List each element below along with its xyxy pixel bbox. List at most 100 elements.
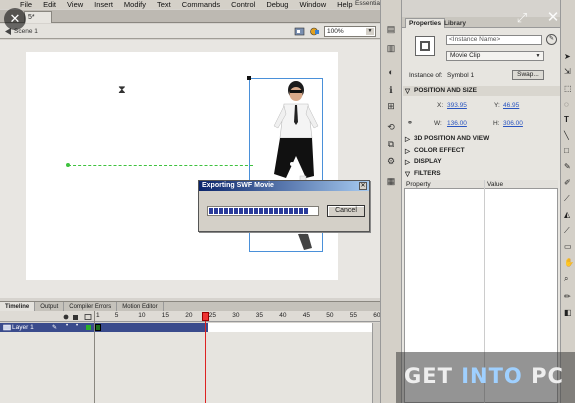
tab-compiler-errors[interactable]: Compiler Errors	[64, 302, 118, 311]
menu-view[interactable]: View	[67, 0, 83, 9]
expand-icon[interactable]: ⤢	[512, 8, 532, 28]
layer-visibility-icons[interactable]	[62, 313, 94, 321]
lock-dot-icon[interactable]: •	[76, 323, 78, 329]
tab-timeline[interactable]: Timeline	[0, 302, 36, 311]
selection-tool-icon[interactable]: ➤	[564, 52, 571, 61]
hand-tool-icon[interactable]: ✋	[564, 258, 574, 267]
watermark-logo: GET INTO PC	[404, 364, 564, 388]
filters-section[interactable]: FILTERS	[414, 170, 441, 177]
outline-color-icon[interactable]	[86, 325, 91, 330]
menu-commands[interactable]: Commands	[182, 0, 220, 9]
y-value[interactable]: 46.95	[503, 102, 519, 109]
instance-name-input[interactable]: <Instance Name>	[446, 35, 542, 45]
pencil-icon[interactable]: ✎	[52, 324, 57, 331]
tab-properties[interactable]: Properties	[405, 18, 446, 28]
link-icon[interactable]: ⚭	[407, 119, 413, 127]
color-icon[interactable]: ◐	[385, 67, 397, 77]
transform-icon[interactable]: ⟲	[385, 122, 397, 132]
ruler-tick-label: 45	[302, 312, 311, 319]
motion-path[interactable]	[68, 165, 253, 166]
progress-block	[289, 208, 293, 214]
h-value[interactable]: 306.00	[503, 120, 523, 127]
layer-name[interactable]: Layer 1	[12, 324, 34, 331]
progress-block	[304, 208, 308, 214]
menu-window[interactable]: Window	[299, 0, 326, 9]
instance-of-label: Instance of:	[409, 72, 443, 79]
timeline-divider	[94, 311, 95, 403]
pencil-tool-icon[interactable]: ✎	[564, 162, 571, 171]
timeline-ruler[interactable]: 1 5 10 15 20 25 30 35 40 45 50 55 60	[95, 311, 381, 322]
free-transform-tool-icon[interactable]: ⬚	[564, 84, 572, 93]
ruler-tick-label: 30	[232, 312, 240, 319]
close-icon[interactable]: ✕	[359, 182, 367, 190]
playhead-line	[205, 313, 207, 403]
cancel-button[interactable]: Cancel	[327, 205, 365, 217]
edit-scene-icon[interactable]	[294, 26, 306, 37]
eyedropper-tool-icon[interactable]: ⟋	[564, 226, 570, 236]
x-value[interactable]: 393.95	[447, 102, 467, 109]
panel-icon-strip	[380, 0, 402, 403]
bone-tool-icon[interactable]: ⟋	[564, 194, 570, 204]
stroke-color-icon[interactable]: ✏	[564, 292, 571, 301]
tab-motion-editor[interactable]: Motion Editor	[117, 302, 164, 311]
brush-tool-icon[interactable]: ✐	[564, 178, 571, 187]
fill-color-icon[interactable]: ◧	[564, 308, 572, 317]
paint-bucket-tool-icon[interactable]: ◭	[564, 210, 570, 219]
edit-icon[interactable]: ✎	[546, 34, 557, 45]
library-icon[interactable]: ▥	[385, 43, 397, 53]
menu-control[interactable]: Control	[231, 0, 255, 9]
rectangle-tool-icon[interactable]: □	[564, 146, 569, 155]
menu-text[interactable]: Text	[157, 0, 171, 9]
transform-handle[interactable]	[247, 76, 251, 80]
y-label: Y:	[494, 102, 500, 109]
close-icon[interactable]: ✕	[543, 8, 563, 28]
progress-block	[234, 208, 238, 214]
document-tab[interactable]: 5*	[24, 11, 52, 23]
position-size-section[interactable]: POSITION AND SIZE	[414, 87, 477, 94]
symbol-type-select[interactable]: Movie Clip ▼	[446, 51, 544, 61]
watermark-part-into: INTO	[461, 364, 523, 388]
properties-icon[interactable]: ▤	[385, 24, 397, 34]
eraser-tool-icon[interactable]: ▭	[564, 242, 572, 251]
menu-file[interactable]: File	[20, 0, 32, 9]
dialog-title: Exporting SWF Movie	[199, 181, 369, 191]
w-value[interactable]: 136.00	[447, 120, 467, 127]
align-icon[interactable]: ⊞	[385, 101, 397, 111]
motion-path-start-point[interactable]	[66, 163, 70, 167]
info-icon[interactable]: ℹ	[385, 85, 397, 95]
color-effect-section[interactable]: COLOR EFFECT	[414, 147, 465, 154]
progress-block	[269, 208, 273, 214]
visible-dot-icon[interactable]: •	[66, 323, 68, 329]
close-icon[interactable]: ✕	[4, 8, 26, 30]
edit-symbols-icon[interactable]	[309, 26, 321, 37]
zoom-tool-icon[interactable]: ⌕	[564, 274, 568, 284]
tab-output[interactable]: Output	[35, 302, 65, 311]
components-icon[interactable]: ⧉	[385, 139, 397, 149]
export-progress-bar	[207, 206, 319, 216]
column-header-value[interactable]: Value	[487, 181, 503, 188]
position-3d-section[interactable]: 3D POSITION AND VIEW	[414, 135, 489, 142]
progress-block	[239, 208, 243, 214]
lasso-tool-icon[interactable]: ◌	[564, 100, 569, 109]
menu-edit[interactable]: Edit	[43, 0, 56, 9]
movie-clip-symbol-icon	[415, 36, 435, 56]
timeline-scrollbar[interactable]	[372, 323, 380, 403]
menu-debug[interactable]: Debug	[266, 0, 288, 9]
tween-span[interactable]	[95, 323, 208, 332]
history-icon[interactable]: ▦	[385, 176, 397, 186]
subselection-tool-icon[interactable]: ⇲	[564, 67, 571, 76]
motion-presets-icon[interactable]: ⚙	[385, 156, 397, 166]
playhead[interactable]	[202, 312, 210, 321]
menu-modify[interactable]: Modify	[124, 0, 146, 9]
menu-insert[interactable]: Insert	[94, 0, 113, 9]
line-tool-icon[interactable]: ╲	[564, 131, 569, 140]
tab-library[interactable]: Library	[444, 19, 466, 28]
text-tool-icon[interactable]: T	[564, 115, 569, 124]
zoom-select[interactable]: 100% ▼	[324, 26, 376, 37]
keyframe[interactable]	[95, 324, 101, 331]
swap-button[interactable]: Swap...	[512, 70, 544, 80]
menu-help[interactable]: Help	[337, 0, 352, 9]
display-section[interactable]: DISPLAY	[414, 158, 442, 165]
ruler-tick-label: 20	[185, 312, 193, 319]
column-header-property[interactable]: Property	[406, 181, 431, 188]
